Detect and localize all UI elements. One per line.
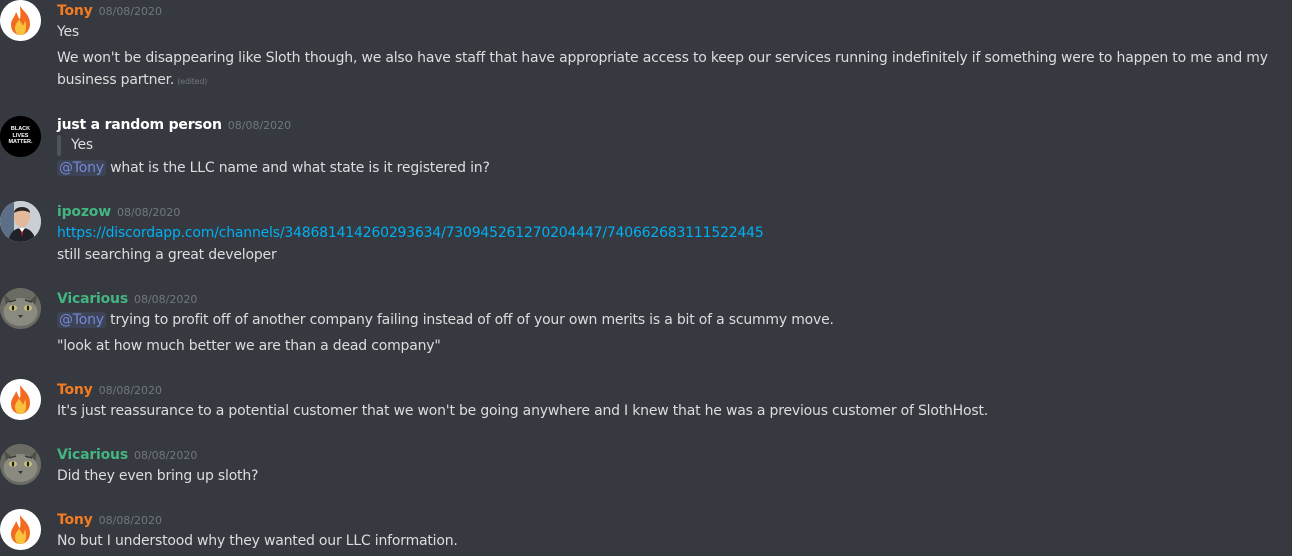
message-body: what is the LLC name and what state is i… (110, 160, 490, 176)
author-name[interactable]: Tony (57, 512, 93, 528)
author-name[interactable]: Tony (57, 3, 93, 19)
chat-message-list: Tony 08/08/2020 Yes We won't be disappear… (0, 0, 1292, 556)
avatar-text: BLACK LIVES MATTER. (8, 126, 33, 145)
message-body: trying to profit off of another company … (110, 312, 834, 328)
author-name[interactable]: Vicarious (57, 447, 128, 463)
timestamp: 08/08/2020 (98, 514, 163, 527)
message-group: Tony 08/08/2020 No but I understood why t… (0, 509, 1292, 556)
author-name[interactable]: ipozow (57, 204, 111, 220)
message-body: We won't be disappearing like Sloth thou… (57, 50, 1268, 88)
message-group: Tony 08/08/2020 It's just reassurance to … (0, 379, 1292, 423)
quote-text: Yes (71, 137, 93, 153)
message-text: "look at how much better we are than a d… (57, 338, 441, 354)
message-text: still searching a great developer (57, 247, 277, 263)
blm-avatar[interactable]: BLACK LIVES MATTER. (0, 116, 41, 157)
message-group: Vicarious 08/08/2020 Did they even bring … (0, 444, 1292, 488)
message-group: Vicarious 08/08/2020 @Tony trying to prof… (0, 288, 1292, 360)
message-text: Yes (57, 24, 79, 40)
timestamp: 08/08/2020 (133, 293, 198, 306)
flame-icon[interactable] (0, 379, 41, 420)
message-group: BLACK LIVES MATTER. just a random person… (0, 114, 1292, 184)
timestamp: 08/08/2020 (227, 119, 292, 132)
message-text: It's just reassurance to a potential cus… (57, 403, 989, 419)
message-text: @Tony what is the LLC name and what stat… (57, 157, 490, 179)
user-mention[interactable]: @Tony (57, 312, 106, 328)
message-link[interactable]: https://discordapp.com/channels/34868141… (57, 222, 764, 244)
message-text: No but I understood why they wanted our … (57, 533, 458, 549)
message-text: @Tony trying to profit off of another co… (57, 309, 834, 331)
timestamp: 08/08/2020 (133, 449, 198, 462)
message-header: just a random person 08/08/2020 (57, 114, 291, 136)
edited-label: (edited) (177, 77, 208, 86)
message-group: ipozow 08/08/2020 https://discordapp.com/… (0, 201, 1292, 267)
message-text: We won't be disappearing like Sloth thou… (57, 47, 1287, 93)
person-photo[interactable] (0, 201, 41, 242)
block-quote: Yes (57, 134, 93, 156)
flame-icon[interactable] (0, 509, 41, 550)
message-header: Tony 08/08/2020 (57, 379, 162, 401)
message-header: ipozow 08/08/2020 (57, 201, 180, 223)
timestamp: 08/08/2020 (116, 206, 181, 219)
user-mention[interactable]: @Tony (57, 160, 106, 176)
message-group: Tony 08/08/2020 Yes We won't be disappear… (0, 0, 1292, 100)
cat-icon[interactable] (0, 288, 41, 329)
message-header: Vicarious 08/08/2020 (57, 444, 197, 466)
quote-bar (57, 134, 61, 156)
author-name[interactable]: Vicarious (57, 291, 128, 307)
message-header: Tony 08/08/2020 (57, 0, 162, 22)
timestamp: 08/08/2020 (98, 5, 163, 18)
author-name[interactable]: Tony (57, 382, 93, 398)
message-text: Did they even bring up sloth? (57, 468, 259, 484)
message-header: Tony 08/08/2020 (57, 509, 162, 531)
cat-icon[interactable] (0, 444, 41, 485)
author-name[interactable]: just a random person (57, 117, 222, 133)
timestamp: 08/08/2020 (98, 384, 163, 397)
flame-icon[interactable] (0, 0, 41, 41)
message-header: Vicarious 08/08/2020 (57, 288, 197, 310)
